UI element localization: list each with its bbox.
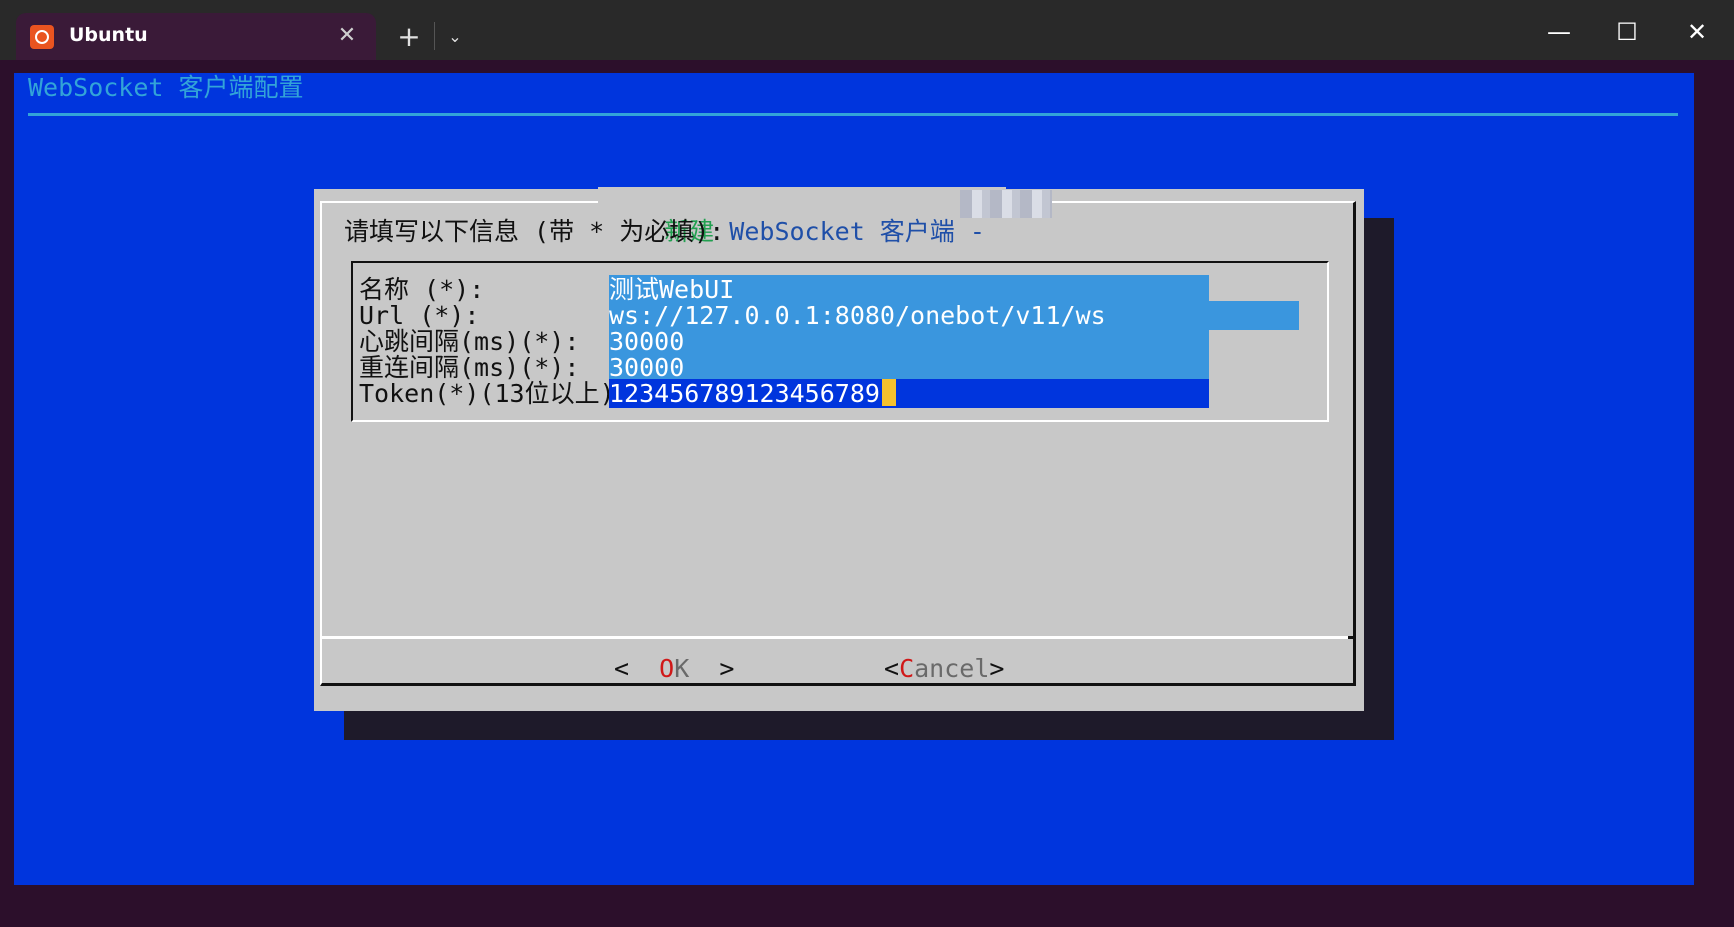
cancel-label-rest: ancel xyxy=(914,654,990,683)
reconnect-label: 重连间隔(ms)(*): xyxy=(359,353,580,382)
heartbeat-label: 心跳间隔(ms)(*): xyxy=(359,327,580,356)
cancel-button[interactable]: <Cancel> xyxy=(884,654,1004,684)
cancel-left-bracket: < xyxy=(884,654,900,683)
cancel-right-bracket: > xyxy=(989,654,1005,683)
form-row-heartbeat: 心跳间隔(ms)(*): 30000 xyxy=(359,327,1319,356)
tab-divider xyxy=(434,22,435,50)
token-field[interactable]: 123456789123456789 xyxy=(609,379,1209,408)
form-row-token: Token(*)(13位以上) 123456789123456789 xyxy=(359,379,1319,408)
title-bar: Ubuntu ✕ + ⌄ — ☐ ✕ xyxy=(0,0,1734,60)
title-rule xyxy=(28,113,1678,116)
new-client-dialog: 新建 WebSocket 客户端 - 请填写以下信息 (带 * 为必填): 名称… xyxy=(314,187,1364,711)
ubuntu-icon xyxy=(30,25,54,49)
tab-close-icon[interactable]: ✕ xyxy=(332,21,362,51)
close-button[interactable]: ✕ xyxy=(1674,12,1720,52)
form-row-url: Url (*): ws://127.0.0.1:8080/onebot/v11/… xyxy=(359,301,1319,330)
maximize-button[interactable]: ☐ xyxy=(1604,12,1650,52)
ok-left-bracket: < xyxy=(614,654,660,683)
terminal-tab[interactable]: Ubuntu ✕ xyxy=(16,13,376,60)
ok-label-rest: K xyxy=(674,654,690,683)
form-row-reconnect: 重连间隔(ms)(*): 30000 xyxy=(359,353,1319,382)
screen-title: WebSocket 客户端配置 xyxy=(28,73,304,102)
minimize-button[interactable]: — xyxy=(1536,12,1582,52)
name-label: 名称 (*): xyxy=(359,275,485,304)
tab-title: Ubuntu xyxy=(69,24,148,46)
token-label: Token(*)(13位以上) xyxy=(359,379,615,408)
new-tab-button[interactable]: + xyxy=(392,20,426,54)
chevron-down-icon[interactable]: ⌄ xyxy=(440,20,470,54)
text-cursor xyxy=(881,379,896,406)
url-label: Url (*): xyxy=(359,301,480,330)
url-field[interactable]: ws://127.0.0.1:8080/onebot/v11/ws xyxy=(609,301,1299,330)
button-separator-end xyxy=(1348,636,1354,639)
ok-button[interactable]: < OK > xyxy=(614,654,734,684)
ok-hotkey: O xyxy=(659,654,675,683)
heartbeat-field[interactable]: 30000 xyxy=(609,327,1209,356)
form-box: 名称 (*): 测试WebUI Url (*): ws://127.0.0.1:… xyxy=(351,261,1329,422)
name-field[interactable]: 测试WebUI xyxy=(609,275,1209,304)
token-value: 123456789123456789 xyxy=(609,379,880,408)
reconnect-field[interactable]: 30000 xyxy=(609,353,1209,382)
redacted-block xyxy=(960,190,1052,218)
form-prompt: 请填写以下信息 (带 * 为必填): xyxy=(344,217,725,246)
form-row-name: 名称 (*): 测试WebUI xyxy=(359,275,1319,304)
cancel-hotkey: C xyxy=(899,654,915,683)
button-separator xyxy=(322,636,1351,639)
ok-right-bracket: > xyxy=(689,654,735,683)
dialog-title-rest: WebSocket 客户端 - xyxy=(714,217,1000,246)
